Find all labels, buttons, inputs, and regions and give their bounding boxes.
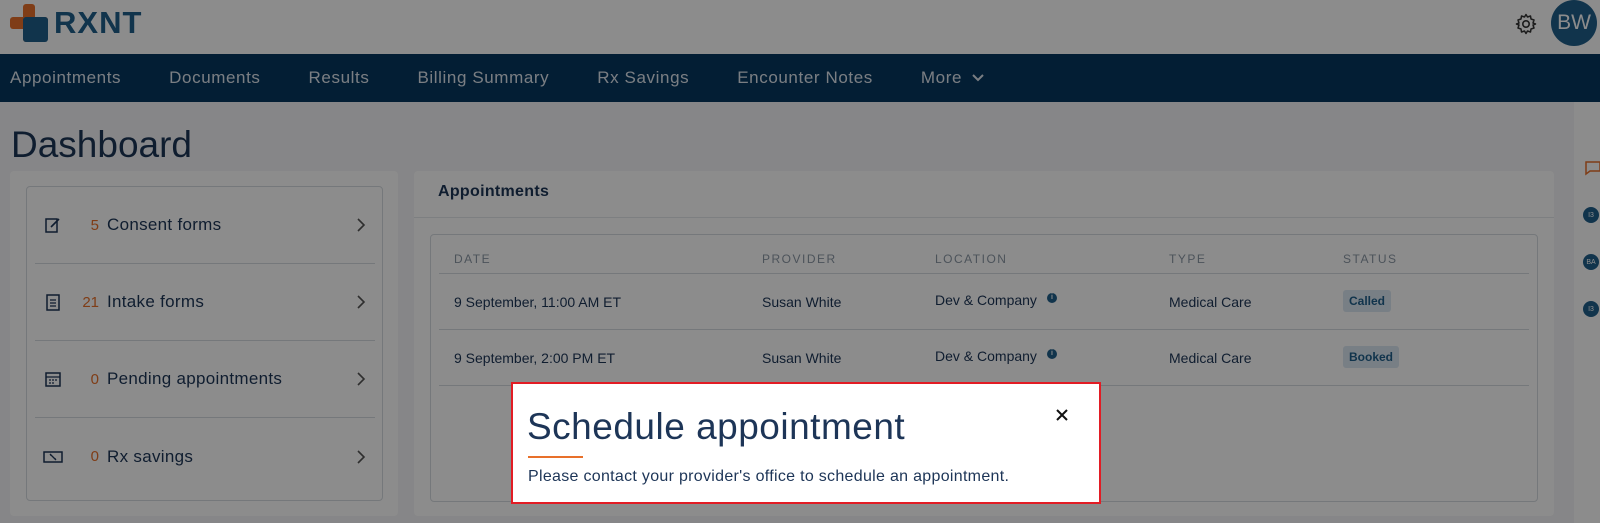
schedule-appointment-modal: Schedule appointment Please contact your… xyxy=(511,382,1101,504)
modal-message: Please contact your provider's office to… xyxy=(528,468,1010,485)
title-underline xyxy=(528,456,583,458)
modal-title: Schedule appointment xyxy=(527,406,906,447)
close-icon[interactable] xyxy=(1051,404,1073,426)
